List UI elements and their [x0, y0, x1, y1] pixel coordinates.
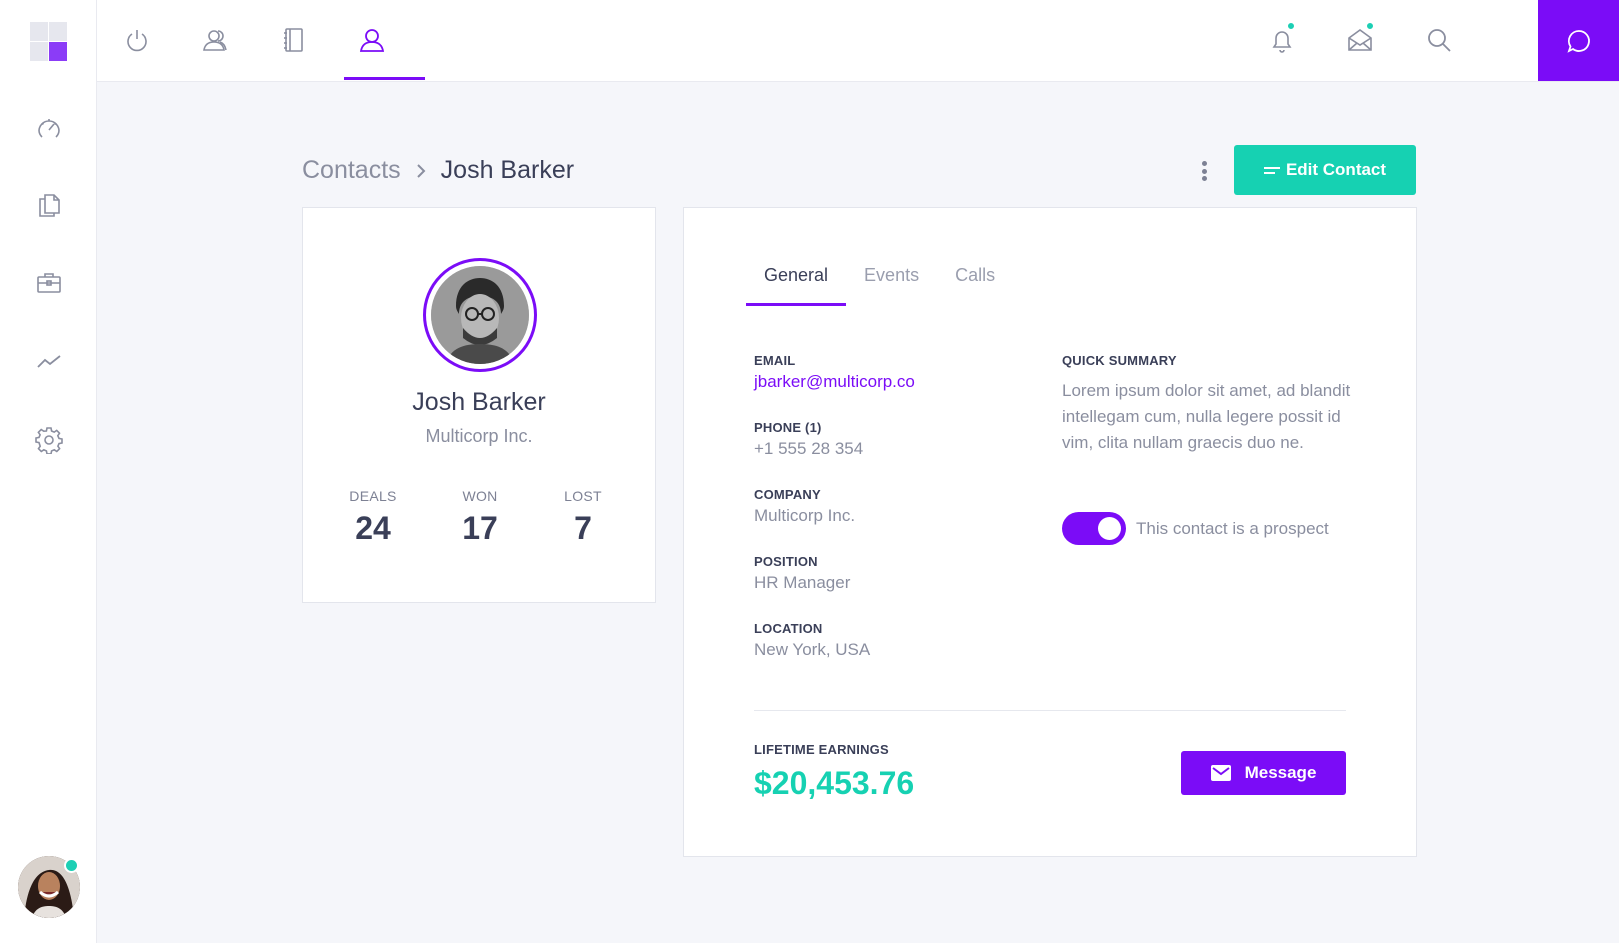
breadcrumb-parent[interactable]: Contacts	[302, 156, 401, 185]
field-value: HR Manager	[754, 573, 851, 592]
summary-label: QUICK SUMMARY	[1062, 353, 1177, 368]
analytics-icon[interactable]	[34, 346, 64, 376]
summary-text: Lorem ipsum dolor sit amet, ad blandit i…	[1062, 381, 1351, 452]
stat-label: DEALS	[349, 488, 397, 504]
online-status-dot	[64, 858, 79, 873]
search-icon[interactable]	[1421, 22, 1457, 58]
email-link[interactable]: jbarker@multicorp.co	[754, 372, 915, 392]
quick-summary: QUICK SUMMARY Lorem ipsum dolor sit amet…	[1062, 353, 1352, 456]
prospect-toggle[interactable]	[1062, 512, 1126, 545]
phone-field: PHONE (1) +1 555 28 354	[754, 420, 863, 459]
sidebar	[0, 0, 97, 943]
edit-contact-button[interactable]: Edit Contact	[1234, 145, 1416, 195]
field-label: LOCATION	[754, 621, 823, 636]
prospect-toggle-row: This contact is a prospect	[1062, 512, 1329, 545]
contact-name: Josh Barker	[412, 388, 546, 416]
chat-button[interactable]	[1538, 0, 1619, 81]
location-field: LOCATION New York, USA	[754, 621, 870, 660]
field-value: New York, USA	[754, 640, 871, 659]
mail-badge	[1365, 21, 1375, 31]
top-bar	[97, 0, 1619, 82]
active-nav-indicator	[344, 77, 425, 80]
stat-value: 24	[355, 510, 391, 546]
notebook-icon[interactable]	[275, 22, 311, 58]
settings-icon[interactable]	[34, 425, 64, 455]
dashboard-icon[interactable]	[34, 112, 64, 142]
envelope-icon	[1210, 765, 1231, 781]
power-icon[interactable]	[119, 22, 155, 58]
prospect-label: This contact is a prospect	[1136, 518, 1329, 538]
contact-company: Multicorp Inc.	[425, 426, 533, 446]
stat-label: WON	[462, 488, 498, 504]
breadcrumb-current: Josh Barker	[440, 156, 575, 184]
email-field: EMAIL jbarker@multicorp.co	[754, 353, 915, 392]
tab-calls[interactable]: Calls	[937, 264, 1013, 306]
company-field: COMPANY Multicorp Inc.	[754, 487, 855, 526]
detail-tabs: General Events Calls	[746, 264, 1013, 306]
stat-label: LOST	[564, 488, 602, 504]
divider	[754, 710, 1346, 711]
message-label: Message	[1244, 763, 1317, 782]
field-value: Multicorp Inc.	[754, 506, 856, 525]
menu-lines-icon	[1263, 164, 1280, 177]
stat-won: WON 17	[440, 488, 520, 547]
message-button[interactable]: Message	[1181, 751, 1346, 795]
app-logo[interactable]	[30, 22, 68, 62]
chevron-right-icon	[415, 163, 427, 179]
contacts-icon[interactable]	[197, 22, 233, 58]
stat-lost: LOST 7	[543, 488, 623, 547]
edit-contact-label: Edit Contact	[1285, 160, 1387, 179]
field-label: COMPANY	[754, 487, 821, 502]
position-field: POSITION HR Manager	[754, 554, 850, 593]
stat-value: 17	[462, 510, 498, 546]
detail-card: General Events Calls EMAIL jbarker@multi…	[683, 207, 1417, 857]
tab-general[interactable]: General	[746, 264, 847, 306]
profile-card: Josh Barker Multicorp Inc. DEALS 24 WON …	[302, 207, 656, 603]
field-label: EMAIL	[754, 353, 796, 368]
stat-deals: DEALS 24	[333, 488, 413, 547]
more-options-icon[interactable]	[1195, 157, 1213, 185]
user-icon[interactable]	[354, 22, 390, 58]
documents-icon[interactable]	[34, 190, 64, 220]
earnings-label: LIFETIME EARNINGS	[754, 742, 889, 757]
breadcrumb: Contacts Josh Barker	[302, 156, 574, 185]
notification-badge	[1286, 21, 1296, 31]
field-value: +1 555 28 354	[754, 439, 864, 458]
earnings-value: $20,453.76	[754, 765, 915, 801]
field-label: PHONE (1)	[754, 420, 822, 435]
stat-value: 7	[574, 510, 592, 546]
field-label: POSITION	[754, 554, 818, 569]
chat-icon	[1566, 29, 1590, 53]
briefcase-icon[interactable]	[34, 268, 64, 298]
contact-avatar	[423, 258, 537, 372]
tab-events[interactable]: Events	[846, 264, 937, 306]
